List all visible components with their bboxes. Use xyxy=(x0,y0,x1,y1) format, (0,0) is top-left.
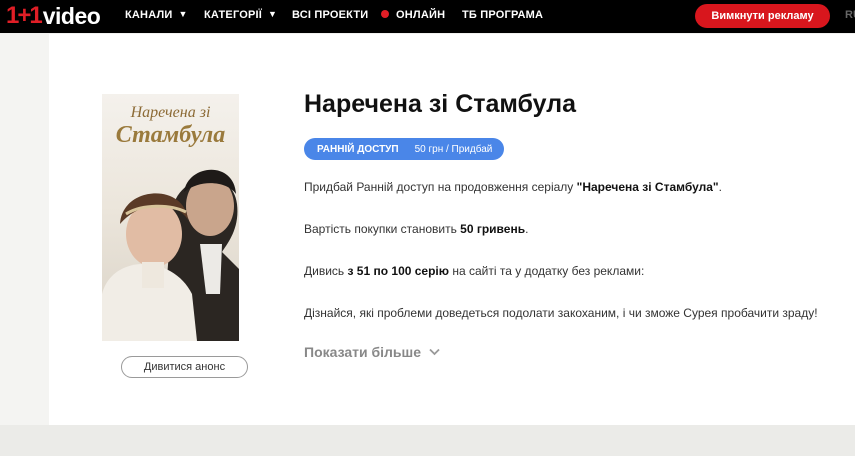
chevron-down-icon: ▼ xyxy=(178,9,188,19)
p1-text: Придбай Ранній доступ на продовження сер… xyxy=(304,180,577,194)
nav-live[interactable]: ОНЛАЙН xyxy=(381,0,445,33)
p3-end: на сайті та у додатку без реклами: xyxy=(449,264,645,278)
logo-text: video xyxy=(42,2,101,29)
description-paragraph-2: Вартість покупки становить 50 гривень. xyxy=(304,222,528,236)
disable-ads-button[interactable]: Вимкнути рекламу xyxy=(695,4,830,28)
page-footer-band xyxy=(0,425,855,456)
p2-end: . xyxy=(525,222,529,236)
p1-end: . xyxy=(718,180,722,194)
early-access-badge[interactable]: РАННІЙ ДОСТУП 50 грн / Придбай xyxy=(304,138,505,160)
p2-bold: 50 гривень xyxy=(460,222,526,236)
nav-tv-program[interactable]: ТБ ПРОГРАМА xyxy=(462,0,543,33)
early-access-label: РАННІЙ ДОСТУП xyxy=(317,143,399,155)
nav-categories[interactable]: КАТЕГОРІЇ ▼ xyxy=(204,0,277,33)
show-title: Наречена зі Стамбула xyxy=(304,90,577,118)
p3-bold: з 51 по 100 серію xyxy=(347,264,450,278)
nav-channels-label: КАНАЛИ xyxy=(125,9,173,21)
show-more-button[interactable]: Показати більше xyxy=(304,344,440,360)
nav-live-label: ОНЛАЙН xyxy=(396,9,446,21)
left-margin xyxy=(0,34,49,425)
poster-artwork xyxy=(102,169,239,341)
language-switch[interactable]: RU xyxy=(845,0,855,31)
top-navigation-bar: 1+1 video КАНАЛИ ▼ КАТЕГОРІЇ ▼ ВСІ ПРОЕКТИ… xyxy=(0,0,855,33)
description-paragraph-4: Дізнайся, які проблеми доведеться подола… xyxy=(304,306,818,320)
description-paragraph-3: Дивись з 51 по 100 серію на сайті та у д… xyxy=(304,264,644,278)
show-more-label: Показати більше xyxy=(304,344,421,360)
watch-trailer-button[interactable]: Дивитися анонс xyxy=(121,356,248,378)
nav-channels[interactable]: КАНАЛИ ▼ xyxy=(125,0,188,33)
chevron-down-icon: ▼ xyxy=(268,9,278,19)
logo-mark: 1+1 xyxy=(6,2,43,29)
p2-text: Вартість покупки становить xyxy=(304,222,461,236)
nav-categories-label: КАТЕГОРІЇ xyxy=(204,9,263,21)
show-poster: Наречена зі Стамбула xyxy=(102,94,239,341)
description-paragraph-1: Придбай Ранній доступ на продовження сер… xyxy=(304,180,722,194)
early-access-price: 50 грн / Придбай xyxy=(414,143,493,155)
p3-text: Дивись xyxy=(304,264,348,278)
nav-all-projects[interactable]: ВСІ ПРОЕКТИ xyxy=(292,0,368,33)
site-logo[interactable]: 1+1 video xyxy=(6,2,101,29)
chevron-down-icon xyxy=(429,348,440,356)
live-dot-icon xyxy=(381,10,389,18)
p1-bold: "Наречена зі Стамбула" xyxy=(576,180,719,194)
